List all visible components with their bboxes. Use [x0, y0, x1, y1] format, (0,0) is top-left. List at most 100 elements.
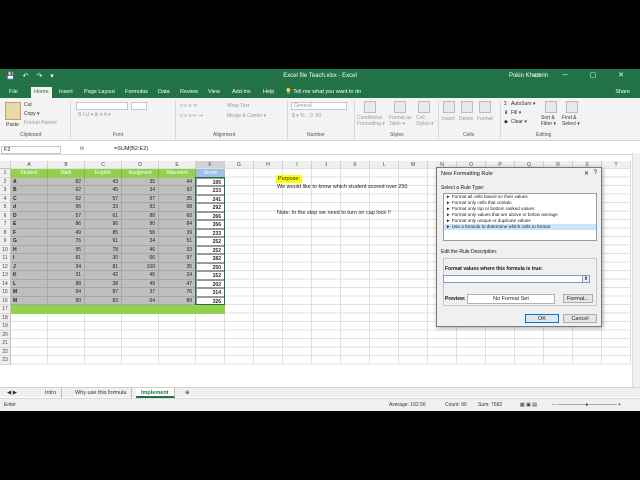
close-icon[interactable]: ✕ [584, 170, 589, 177]
student-name-cell[interactable]: A [11, 177, 48, 186]
table-cell[interactable]: 42 [85, 271, 122, 280]
table-cell[interactable]: 83 [85, 296, 122, 305]
table-header-cell[interactable]: Attendent [159, 169, 196, 178]
table-cell[interactable]: 94 [48, 288, 85, 297]
table-cell[interactable]: 45 [122, 271, 159, 280]
number-format-box[interactable]: General [291, 102, 347, 110]
student-name-cell[interactable]: B [11, 186, 48, 195]
sort-filter-icon[interactable] [545, 101, 557, 113]
table-header-cell[interactable]: Math [48, 169, 85, 178]
table-cell[interactable]: 34 [159, 271, 196, 280]
paste-button-label[interactable]: Paste [6, 122, 19, 128]
tab-page-layout[interactable]: Page Layout [81, 87, 118, 98]
font-size-box[interactable] [131, 102, 147, 110]
window-controls[interactable]: ▭ ─ ▢ ✕ [534, 71, 634, 79]
format-button[interactable]: Format... [563, 294, 593, 303]
table-cell[interactable]: 97 [122, 194, 159, 203]
table-cell[interactable]: 34 [48, 262, 85, 271]
table-cell[interactable]: 90 [48, 296, 85, 305]
table-cell[interactable]: 34 [122, 186, 159, 195]
table-cell[interactable]: 51 [159, 237, 196, 246]
cut-button[interactable]: Cut [24, 102, 32, 108]
sort-filter-button[interactable]: Sort & Filter ▾ [541, 115, 561, 127]
collapse-dialog-icon[interactable]: ⬆ [582, 275, 590, 283]
tab-view[interactable]: View [205, 87, 223, 98]
table-header-cell[interactable]: Assigment [122, 169, 159, 178]
tab-insert[interactable]: Insert [56, 87, 76, 98]
student-name-cell[interactable]: K [11, 271, 48, 280]
table-cell[interactable]: 35 [122, 177, 159, 186]
sheet-tab-implement[interactable]: Implement [136, 388, 175, 398]
paste-icon[interactable] [5, 102, 21, 120]
clear-button[interactable]: Clear ▾ [511, 119, 527, 125]
student-name-cell[interactable]: M [11, 296, 48, 305]
tell-me-search[interactable]: 💡 Tell me what you want to do [285, 87, 361, 98]
student-name-cell[interactable]: E [11, 220, 48, 229]
format-painter-button[interactable]: Format Painter [24, 120, 57, 126]
student-name-cell[interactable]: D [11, 211, 48, 220]
table-cell[interactable]: 33 [159, 245, 196, 254]
font-name-box[interactable] [76, 102, 128, 110]
table-cell[interactable]: 38 [85, 279, 122, 288]
merge-center-button[interactable]: Merge & Center ▾ [227, 113, 266, 119]
conditional-formatting-button[interactable]: Conditional Formatting ▾ [357, 115, 387, 127]
ok-button[interactable]: OK [525, 314, 559, 323]
font-style-buttons[interactable]: B I U ▾ ⊞ ▾ A ▾ [78, 112, 111, 118]
table-cell[interactable]: 96 [48, 203, 85, 212]
table-cell[interactable]: 49 [122, 279, 159, 288]
student-name-cell[interactable]: C [11, 194, 48, 203]
table-cell[interactable]: 57 [85, 194, 122, 203]
conditional-formatting-icon[interactable] [364, 101, 376, 113]
table-cell[interactable]: 31 [48, 271, 85, 280]
table-cell[interactable]: 66 [122, 254, 159, 263]
table-cell[interactable]: 89 [159, 296, 196, 305]
help-icon[interactable]: ? [594, 170, 597, 176]
table-cell[interactable]: 43 [85, 177, 122, 186]
table-cell[interactable]: 86 [48, 220, 85, 229]
table-cell[interactable]: 45 [85, 186, 122, 195]
table-cell[interactable]: 46 [122, 245, 159, 254]
table-cell[interactable]: 76 [48, 237, 85, 246]
table-cell[interactable]: 35 [159, 262, 196, 271]
wrap-text-button[interactable]: Wrap Text [227, 103, 249, 109]
table-cell[interactable]: 84 [159, 220, 196, 229]
format-cells-icon[interactable] [479, 101, 491, 113]
table-cell[interactable]: 64 [122, 296, 159, 305]
format-cells-button[interactable]: Format [477, 116, 493, 122]
table-cell[interactable]: 37 [122, 288, 159, 297]
table-cell[interactable]: 92 [159, 186, 196, 195]
table-cell[interactable]: 78 [85, 245, 122, 254]
table-header-cell[interactable]: Student [11, 169, 48, 178]
align-bottom-buttons[interactable]: ≡ ≡ ≡ ⇤ ⇥ [180, 113, 203, 119]
table-cell[interactable]: 34 [122, 237, 159, 246]
table-cell[interactable]: 100 [122, 262, 159, 271]
autosum-button[interactable]: AutoSum ▾ [511, 101, 535, 107]
find-select-icon[interactable] [566, 101, 578, 113]
sheet-nav-arrows[interactable]: ◀ ▶ [2, 388, 22, 398]
student-name-cell[interactable]: M [11, 288, 48, 297]
tab-add-ins[interactable]: Add-ins [229, 87, 254, 98]
sheet-tab-intro[interactable]: Intro [40, 388, 63, 398]
vertical-scrollbar[interactable] [632, 153, 640, 397]
insert-cells-icon[interactable] [443, 101, 455, 113]
zoom-slider[interactable]: ─ ────────●──────── + [552, 402, 621, 408]
name-box[interactable]: F2 [1, 146, 61, 154]
tab-data[interactable]: Data [155, 87, 173, 98]
fx-icon[interactable]: fx [80, 146, 84, 152]
table-cell[interactable]: 57 [48, 211, 85, 220]
table-cell[interactable]: 81 [48, 254, 85, 263]
table-cell[interactable]: 91 [85, 237, 122, 246]
format-as-table-icon[interactable] [394, 101, 406, 113]
table-cell[interactable]: 30 [85, 254, 122, 263]
share-button[interactable]: Share [615, 87, 630, 98]
format-as-table-button[interactable]: Format as Table ▾ [389, 115, 414, 127]
insert-cells-button[interactable]: Insert [442, 116, 455, 122]
tab-file[interactable]: File [6, 87, 21, 98]
table-cell[interactable]: 88 [48, 279, 85, 288]
cancel-button[interactable]: Cancel [563, 314, 597, 323]
add-sheet-button[interactable]: ⊕ [180, 388, 195, 398]
copy-button[interactable]: Copy ▾ [24, 111, 40, 117]
table-cell[interactable]: 88 [122, 211, 159, 220]
table-cell[interactable]: 85 [85, 228, 122, 237]
table-cell[interactable]: 56 [122, 228, 159, 237]
